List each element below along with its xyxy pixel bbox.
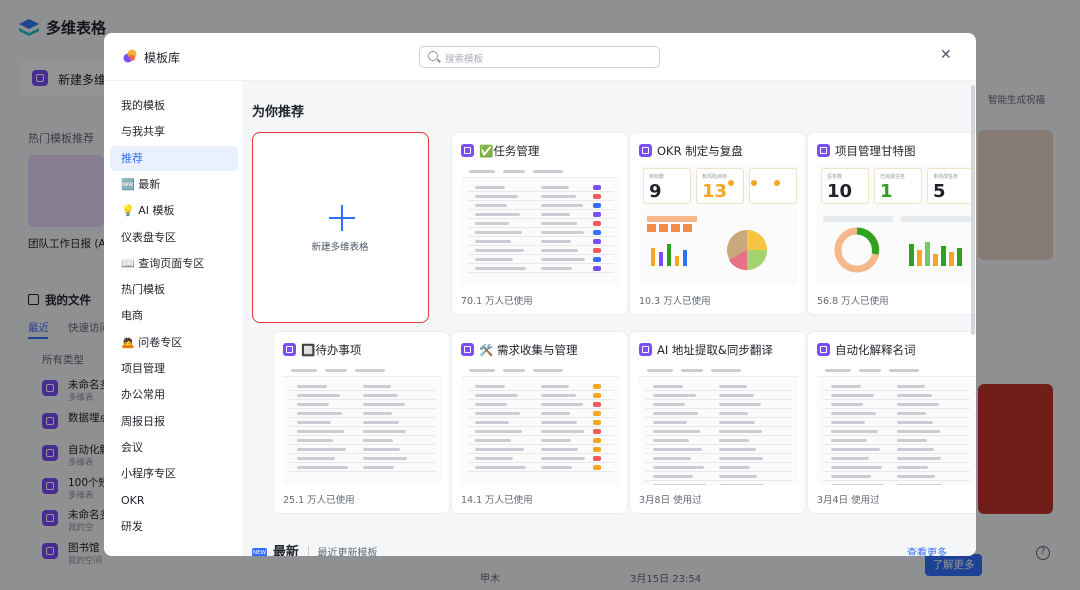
search-placeholder: 搜索模板 [445,54,484,65]
template-preview-image [461,363,620,485]
table-icon [817,144,830,157]
template-preview-image: 目标数 9 有风险目标 13 [639,164,798,286]
template-search-input[interactable]: 搜索模板 [419,46,660,68]
nav-item-5[interactable]: 仪表盘专区 [110,225,238,250]
nav-item-6[interactable]: 📖 查询页面专区 [110,251,238,276]
template-preview-image [461,164,620,286]
template-card-title: OKR 制定与复盘 [639,142,743,160]
template-card-0[interactable]: ✅任务管理 70.1 万人已使用 [451,132,628,315]
template-card-5[interactable]: AI 地址提取&同步翻译 3月8日 使用过 [629,331,806,514]
close-icon[interactable]: ✕ [940,47,952,63]
table-icon [639,144,652,157]
latest-divider [307,546,309,556]
template-card-title: 项目管理甘特图 [817,142,916,160]
template-card-title: 🛠️ 需求收集与管理 [461,341,577,359]
template-card-title: ✅任务管理 [461,142,539,160]
table-icon [283,343,296,356]
new-table-card[interactable]: 新建多维表格 [252,132,429,323]
template-card-3[interactable]: 🔲待办事项 25.1 万人已使用 [273,331,450,514]
nav-item-4[interactable]: 💡 AI 模板 [110,198,238,223]
nav-item-10[interactable]: 项目管理 [110,356,238,381]
template-card-4[interactable]: 🛠️ 需求收集与管理 14.1 万人已使用 [451,331,628,514]
template-usage: 3月8日 使用过 [639,495,702,506]
nav-item-9[interactable]: 🙇 问卷专区 [110,330,238,355]
new-badge-icon: NEW [252,548,268,556]
template-library-logo-icon [123,49,137,63]
modal-header: 模板库 搜索模板 ✕ [104,33,976,81]
search-icon-handle [437,58,441,63]
nav-item-3[interactable]: 🆕 最新 [110,172,238,197]
see-more-link[interactable]: 查看更多 [907,544,947,556]
nav-item-15[interactable]: OKR [110,488,238,513]
section-title: 为你推荐 [252,105,305,120]
template-usage: 3月4日 使用过 [817,495,880,506]
template-usage: 10.3 万人已使用 [639,296,711,307]
template-usage: 70.1 万人已使用 [461,296,533,307]
template-library-modal: 模板库 搜索模板 ✕ 我的模板 与我共享 推荐 🆕 最新 💡 AI 模板 仪表盘专区 📖 查… [104,33,976,556]
table-icon [461,343,474,356]
nav-item-12[interactable]: 周报日报 [110,409,238,434]
nav-item-14[interactable]: 小程序专区 [110,461,238,486]
new-table-card-label: 新建多维表格 [311,242,369,253]
template-usage: 25.1 万人已使用 [283,495,355,506]
table-icon [461,144,474,157]
template-card-1[interactable]: OKR 制定与复盘目标数 9 有风险目标 13 10.3 万人已使用 [629,132,806,315]
nav-item-13[interactable]: 会议 [110,435,238,460]
nav-item-16[interactable]: 研发 [110,514,238,539]
nav-item-7[interactable]: 热门模板 [110,277,238,302]
plus-icon [329,205,355,231]
template-card-title: AI 地址提取&同步翻译 [639,341,773,359]
template-preview-image: 任务数 10 已完成任务 1 未完成任务 5 [817,164,976,286]
template-preview-image [817,363,976,485]
nav-item-1[interactable]: 与我共享 [110,119,238,144]
table-icon [639,343,652,356]
nav-item-11[interactable]: 办公常用 [110,382,238,407]
modal-title: 模板库 [144,51,181,65]
template-preview-image [639,363,798,485]
template-category-nav: 我的模板 与我共享 推荐 🆕 最新 💡 AI 模板 仪表盘专区 📖 查询页面专区 热门模板 电商… [104,81,242,556]
latest-title: 最新 [272,545,299,556]
nav-item-2[interactable]: 推荐 [110,145,238,171]
nav-item-0[interactable]: 我的模板 [110,93,238,118]
template-usage: 14.1 万人已使用 [461,495,533,506]
nav-item-8[interactable]: 电商 [110,303,238,328]
template-content: 为你推荐 新建多维表格 ✅任务管理 70.1 万人已使用 OKR 制定与复盘目标数 9… [242,81,976,556]
content-scrollbar[interactable] [971,85,975,335]
template-card-6[interactable]: 自动化解释名词 3月4日 使用过 [807,331,976,514]
template-usage: 56.8 万人已使用 [817,296,889,307]
template-card-title: 🔲待办事项 [283,341,361,359]
template-preview-image [283,363,442,485]
template-card-title: 自动化解释名词 [817,341,916,359]
latest-subtitle: 最近更新模板 [317,548,378,556]
latest-section-header: NEW 最新 最近更新模板 [252,541,378,556]
table-icon [817,343,830,356]
template-card-2[interactable]: 项目管理甘特图任务数 10 已完成任务 1 未完成任务 5 56.8 万人已使用 [807,132,976,315]
